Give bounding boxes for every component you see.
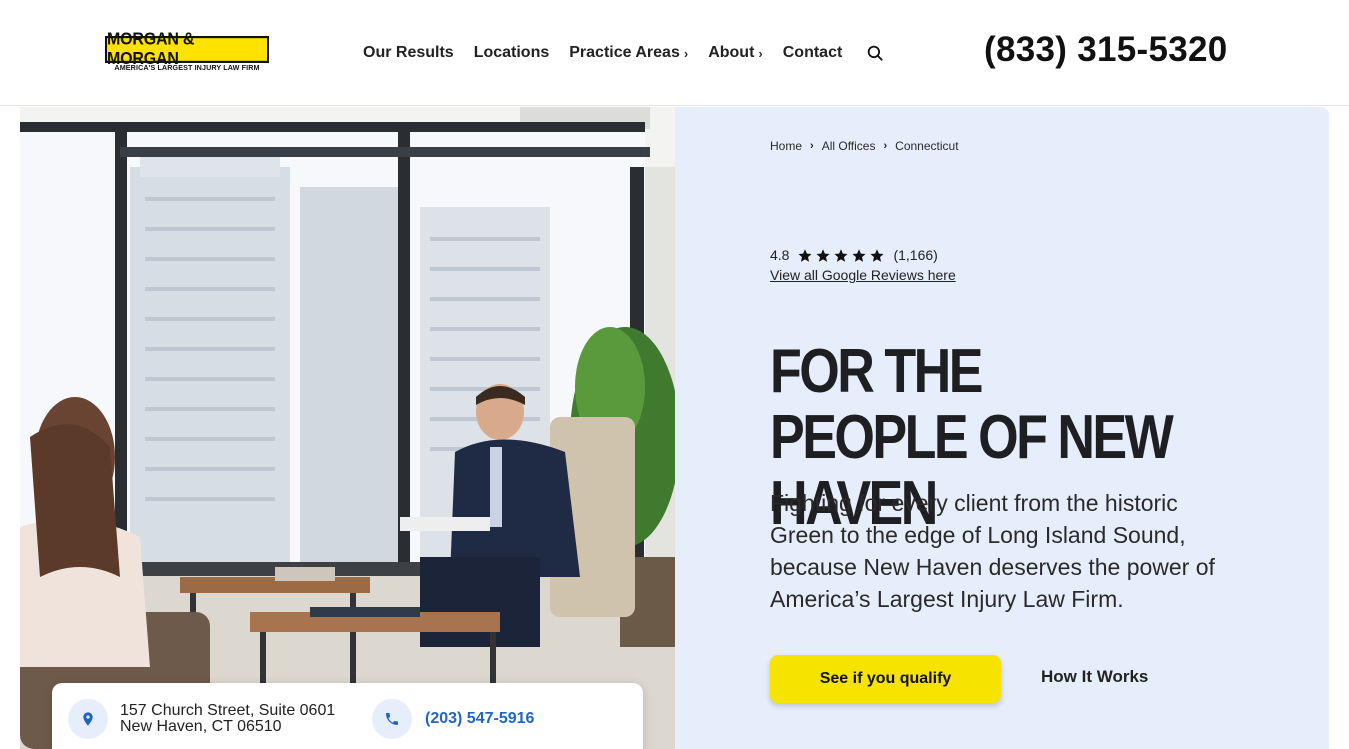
breadcrumb-all-offices[interactable]: All Offices bbox=[822, 139, 876, 153]
nav-about[interactable]: About › bbox=[708, 44, 763, 62]
address-line-2: New Haven, CT 06510 bbox=[120, 718, 282, 735]
main-nav: Our Results Locations Practice Areas › Ab… bbox=[363, 42, 884, 64]
office-contact-card: 157 Church Street, Suite 0601 New Haven,… bbox=[52, 683, 643, 749]
nav-label: Locations bbox=[473, 44, 550, 61]
google-rating: 4.8 (1,166) bbox=[770, 247, 938, 263]
star-icon bbox=[834, 248, 849, 262]
breadcrumb-home[interactable]: Home bbox=[770, 139, 802, 153]
chevron-right-icon: › bbox=[683, 45, 689, 61]
site-header: MORGAN & MORGAN AMERICA'S LARGEST INJURY… bbox=[0, 0, 1349, 106]
chevron-right-icon: › bbox=[883, 140, 888, 152]
star-icon bbox=[798, 248, 813, 262]
hero-office-photo bbox=[20, 107, 675, 749]
chevron-right-icon: › bbox=[810, 140, 814, 152]
nav-label: Contact bbox=[782, 44, 843, 61]
logo-wordmark: MORGAN & MORGAN bbox=[105, 30, 269, 68]
see-if-you-qualify-button[interactable]: See if you qualify bbox=[770, 655, 1001, 703]
how-it-works-link[interactable]: How It Works bbox=[1041, 667, 1148, 687]
nav-label: About bbox=[708, 44, 755, 61]
google-reviews-link[interactable]: View all Google Reviews here bbox=[770, 267, 956, 283]
star-icon bbox=[852, 248, 867, 262]
rating-stars bbox=[797, 248, 887, 263]
search-icon[interactable] bbox=[866, 44, 884, 62]
morgan-logo[interactable]: MORGAN & MORGAN AMERICA'S LARGEST INJURY… bbox=[105, 30, 269, 72]
star-icon bbox=[816, 248, 831, 262]
address-line-1: 157 Church Street, Suite 0601 bbox=[120, 702, 336, 719]
location-pin-icon bbox=[68, 699, 108, 739]
phone-icon[interactable] bbox=[372, 699, 412, 739]
nav-label: Our Results bbox=[363, 44, 454, 61]
nav-our-results[interactable]: Our Results bbox=[363, 44, 454, 62]
nav-locations[interactable]: Locations bbox=[474, 44, 550, 62]
hero-subtext: Fighting for every client from the histo… bbox=[770, 490, 1215, 612]
chevron-right-icon: › bbox=[758, 45, 763, 61]
office-phone-link[interactable]: (203) 547-5916 bbox=[425, 710, 534, 728]
office-address: 157 Church Street, Suite 0601 New Haven,… bbox=[120, 703, 335, 735]
header-phone-link[interactable]: (833) 315-5320 bbox=[984, 30, 1228, 70]
star-icon bbox=[870, 248, 885, 262]
hero-panel: Home › All Offices › Connecticut 4.8 (1,… bbox=[675, 107, 1329, 749]
nav-label: Practice Areas bbox=[569, 44, 680, 61]
nav-contact[interactable]: Contact bbox=[783, 44, 843, 62]
rating-score: 4.8 bbox=[770, 247, 790, 263]
nav-practice-areas[interactable]: Practice Areas › bbox=[569, 44, 688, 62]
breadcrumb: Home › All Offices › Connecticut bbox=[770, 139, 959, 153]
breadcrumb-connecticut[interactable]: Connecticut bbox=[895, 139, 958, 153]
rating-count: (1,166) bbox=[893, 247, 938, 263]
